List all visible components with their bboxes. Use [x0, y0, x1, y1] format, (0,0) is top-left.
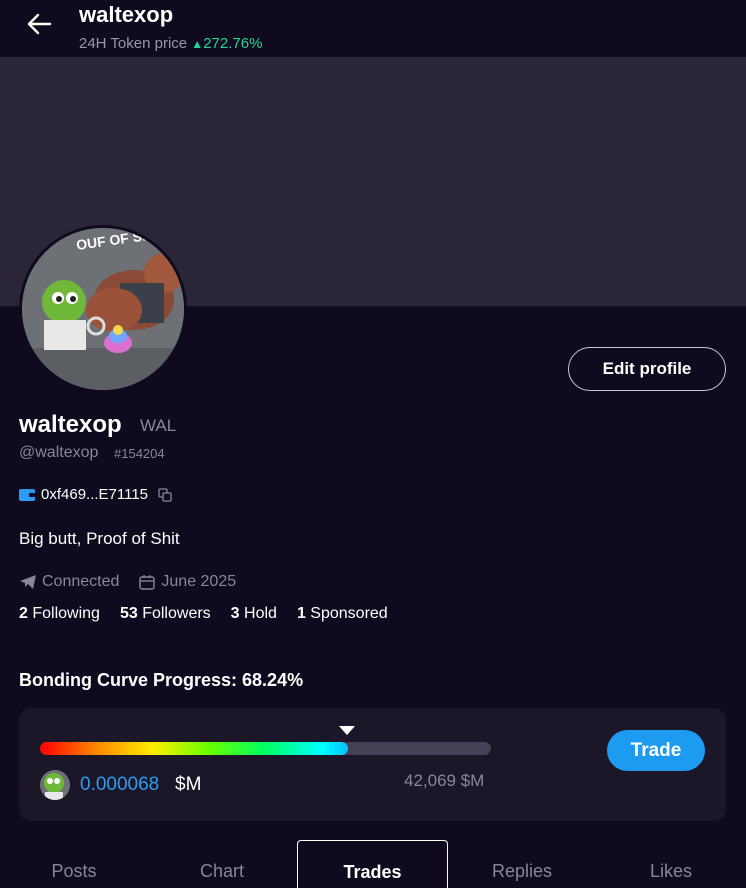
token-price-unit: $M [175, 774, 202, 795]
token-price-label: 24H Token price [79, 35, 188, 52]
stat-sponsored[interactable]: 1 Sponsored [297, 605, 388, 623]
wallet-row: 0xf469...E71115 [19, 486, 172, 503]
tab-replies[interactable]: Replies [448, 840, 596, 888]
profile-id: #154204 [114, 446, 165, 461]
profile-bio: Big butt, Proof of Shit [19, 529, 180, 548]
header-title: waltexop [79, 2, 174, 27]
bonding-curve-title: Bonding Curve Progress: 68.24% [19, 670, 304, 690]
token-icon [40, 770, 70, 800]
tab-trades[interactable]: Trades [297, 840, 448, 888]
profile-ticker: WAL [140, 416, 177, 435]
stat-followers[interactable]: 53 Followers [120, 605, 211, 623]
trade-button[interactable]: Trade [607, 730, 705, 771]
profile-name: waltexop [19, 411, 122, 438]
profile-stats: 2 Following 53 Followers 3 Hold 1 Sponso… [19, 605, 408, 623]
profile-tabs: Posts Chart Trades Replies Likes [0, 840, 746, 888]
wallet-address: 0xf469...E71115 [41, 486, 149, 503]
tab-likes[interactable]: Likes [596, 840, 746, 888]
profile-handle: @waltexop [19, 444, 99, 461]
token-price: 0.000068 [80, 774, 160, 795]
profile-avatar[interactable]: OUF OF SHIT [19, 225, 187, 393]
telegram-status: Connected [42, 573, 120, 590]
join-date: June 2025 [161, 573, 237, 590]
token-price-pct: 272.76% [203, 35, 263, 52]
market-cap-target: 42,069 $M [404, 771, 485, 790]
wallet-icon [19, 488, 35, 501]
back-arrow-icon[interactable] [26, 11, 52, 37]
bonding-curve-panel: 0.000068 $M 42,069 $M Trade [19, 708, 726, 821]
token-price-change: 24H Token price ▲272.76% [79, 35, 262, 52]
tab-chart[interactable]: Chart [148, 840, 296, 888]
stat-following[interactable]: 2 Following [19, 605, 100, 623]
calendar-icon [139, 575, 156, 590]
top-header: waltexop 24H Token price ▲272.76% [0, 0, 746, 57]
tab-posts[interactable]: Posts [0, 840, 148, 888]
copy-icon[interactable] [158, 487, 172, 502]
profile-meta: Connected June 2025 [19, 573, 236, 591]
stat-hold[interactable]: 3 Hold [231, 605, 277, 623]
progress-marker-icon [339, 726, 355, 735]
progress-fill [40, 742, 348, 755]
up-triangle-icon: ▲ [191, 37, 204, 51]
progress-track [40, 742, 491, 755]
telegram-icon [20, 575, 36, 589]
edit-profile-button[interactable]: Edit profile [568, 347, 726, 391]
